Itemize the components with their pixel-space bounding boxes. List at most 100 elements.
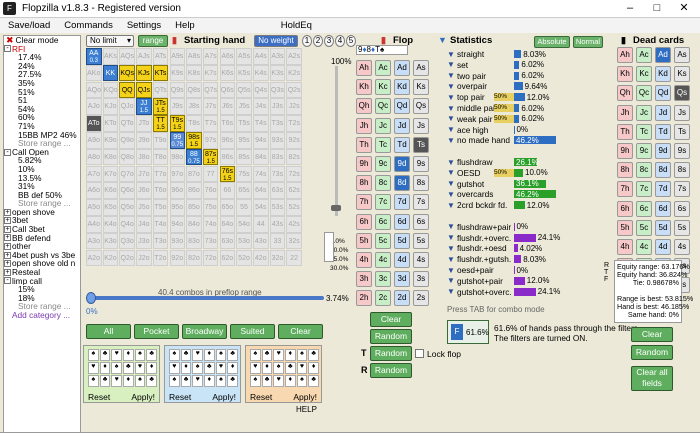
flop-card[interactable]: 7c xyxy=(375,194,391,211)
hand-cell[interactable]: K4o xyxy=(102,216,119,233)
reset-button[interactable]: Reset xyxy=(88,392,110,402)
hand-cell[interactable]: Q3o xyxy=(119,232,135,250)
range-category[interactable]: + open shove xyxy=(4,208,80,217)
hand-cell[interactable]: J4s xyxy=(253,98,269,115)
hand-cell[interactable]: 74o xyxy=(202,216,219,233)
hand-cell[interactable]: K5s xyxy=(236,64,252,82)
dead-card[interactable]: Th xyxy=(617,123,633,140)
filter-icon[interactable]: ▼ xyxy=(447,114,457,123)
weight-preset-button[interactable]: 1 xyxy=(302,35,312,47)
hand-cell[interactable]: 63s xyxy=(269,182,286,199)
range-slider-thumb[interactable] xyxy=(86,292,96,304)
hand-cell[interactable]: Q2o xyxy=(119,249,135,267)
hand-cell[interactable]: 52s xyxy=(286,199,302,216)
hand-cell[interactable]: J9o xyxy=(136,132,152,149)
hand-cell[interactable]: 33 xyxy=(269,232,286,250)
add-category-link[interactable]: Add category ... xyxy=(4,311,80,320)
hand-cell[interactable]: 43o xyxy=(253,232,269,250)
flop-card[interactable]: 8c xyxy=(375,175,391,192)
filter-icon[interactable]: ▼ xyxy=(447,168,457,177)
hand-cell[interactable]: 75o xyxy=(202,199,219,216)
hand-cell[interactable]: AA 0.3 xyxy=(86,48,102,65)
hand-cell[interactable]: A5o xyxy=(86,199,102,216)
hand-cell[interactable]: JJ 1.5 xyxy=(136,98,152,115)
hand-cell[interactable]: 55 xyxy=(236,199,252,216)
suit-grid[interactable]: ♠ ♣ ♥ ♦ ♠ ♣ ♥ ♦ ♠ ♣ ♥ ♦ ♠ ♣ ♥ ♦ ♠ ♣ xyxy=(88,349,157,387)
filter-icon[interactable]: ▼ xyxy=(447,255,457,264)
hand-cell[interactable]: 62o xyxy=(219,249,236,267)
weight-preset-button[interactable]: 4 xyxy=(335,35,345,47)
pocket-button[interactable]: Pocket xyxy=(134,324,179,339)
menu-save-load[interactable]: Save/load xyxy=(8,20,50,31)
filter-icon[interactable]: ▼ xyxy=(447,71,457,80)
dead-card[interactable]: 6c xyxy=(636,200,652,217)
hand-cell[interactable]: 87s 1.5 xyxy=(202,148,219,166)
hand-cell[interactable]: A2o xyxy=(86,249,102,267)
hand-cell[interactable]: K9o xyxy=(102,132,119,149)
filter-weight-badge[interactable]: 50% xyxy=(494,104,514,112)
minimize-button[interactable]: – xyxy=(616,0,644,17)
limit-select[interactable]: No limit ▾ xyxy=(86,35,134,47)
flop-card[interactable]: 9s xyxy=(413,156,429,172)
range-category[interactable]: - limp call xyxy=(4,277,80,286)
weight-preset-button[interactable]: 5 xyxy=(346,35,356,47)
dead-card[interactable]: 5s xyxy=(674,219,690,236)
hand-cell[interactable]: 84o xyxy=(186,216,202,233)
hand-cell[interactable]: A3s xyxy=(269,48,286,65)
hand-cell[interactable]: KJs xyxy=(136,64,152,82)
hand-cell[interactable]: T3s xyxy=(269,115,286,132)
hand-cell[interactable]: 94s xyxy=(253,132,269,149)
range-category[interactable]: + open shove old n xyxy=(4,259,80,268)
hand-cell[interactable]: 65s xyxy=(236,182,252,199)
dead-card[interactable]: As xyxy=(674,47,690,63)
hand-cell[interactable]: AKo xyxy=(86,64,102,82)
flop-card[interactable]: 4s xyxy=(413,252,429,268)
hand-cell[interactable]: 32s xyxy=(286,232,302,250)
filter-icon[interactable]: ▼ xyxy=(447,93,457,102)
hand-cell[interactable]: Q9o xyxy=(119,132,135,149)
apply-button[interactable]: Apply! xyxy=(293,392,317,402)
hand-cell[interactable]: 63o xyxy=(219,232,236,250)
hand-cell[interactable]: 64o xyxy=(219,216,236,233)
hand-cell[interactable]: K6s xyxy=(219,64,236,82)
hand-cell[interactable]: A6s xyxy=(219,48,236,65)
dead-card[interactable]: Qs xyxy=(674,85,690,102)
hand-cell[interactable]: J7s xyxy=(202,98,219,115)
filter-icon[interactable]: ▼ xyxy=(447,60,457,69)
hand-cell[interactable]: T6s xyxy=(219,115,236,132)
flop-card[interactable]: 4h xyxy=(356,252,372,268)
dead-card[interactable]: 6d xyxy=(655,200,671,217)
hand-cell[interactable]: KQo xyxy=(102,81,119,99)
dead-card[interactable]: 8d xyxy=(655,162,671,179)
hand-cell[interactable]: 22 xyxy=(286,249,302,267)
hand-cell[interactable]: Q4s xyxy=(253,81,269,99)
dead-card[interactable]: Ah xyxy=(617,47,633,63)
expand-icon[interactable]: + xyxy=(4,208,11,216)
dead-card[interactable]: 6s xyxy=(674,200,690,217)
flop-card[interactable]: 7h xyxy=(356,194,372,211)
flop-card[interactable]: Js xyxy=(413,117,429,134)
hand-cell[interactable]: 73s xyxy=(269,165,286,183)
range-item[interactable]: 54% xyxy=(4,105,80,114)
hand-cell[interactable]: J2o xyxy=(136,249,152,267)
range-item[interactable]: 18% xyxy=(4,294,80,303)
store-range-link[interactable]: Store range ... xyxy=(4,199,80,208)
hand-cell[interactable]: Q9s xyxy=(169,81,185,99)
dead-card[interactable]: Qd xyxy=(655,85,671,102)
help-link[interactable]: HELP xyxy=(296,405,317,414)
hand-cell[interactable]: 97s xyxy=(202,132,219,149)
hand-cell[interactable]: J2s xyxy=(286,98,302,115)
hand-cell[interactable]: A9s xyxy=(169,48,185,65)
hand-cell[interactable]: J3o xyxy=(136,232,152,250)
flop-card[interactable]: Kd xyxy=(394,79,410,96)
flop-card[interactable]: 7s xyxy=(413,194,429,211)
hand-cell[interactable]: TT 1.5 xyxy=(152,115,169,132)
hand-cell[interactable]: J3s xyxy=(269,98,286,115)
range-item[interactable]: 5.82% xyxy=(4,156,80,165)
hand-cell[interactable]: 64s xyxy=(253,182,269,199)
hand-cell[interactable]: 94o xyxy=(169,216,185,233)
range-item[interactable]: 35% xyxy=(4,79,80,88)
flop-card[interactable]: 2c xyxy=(375,290,391,307)
dead-card[interactable]: Ks xyxy=(674,66,690,83)
flop-card[interactable]: 6h xyxy=(356,213,372,230)
